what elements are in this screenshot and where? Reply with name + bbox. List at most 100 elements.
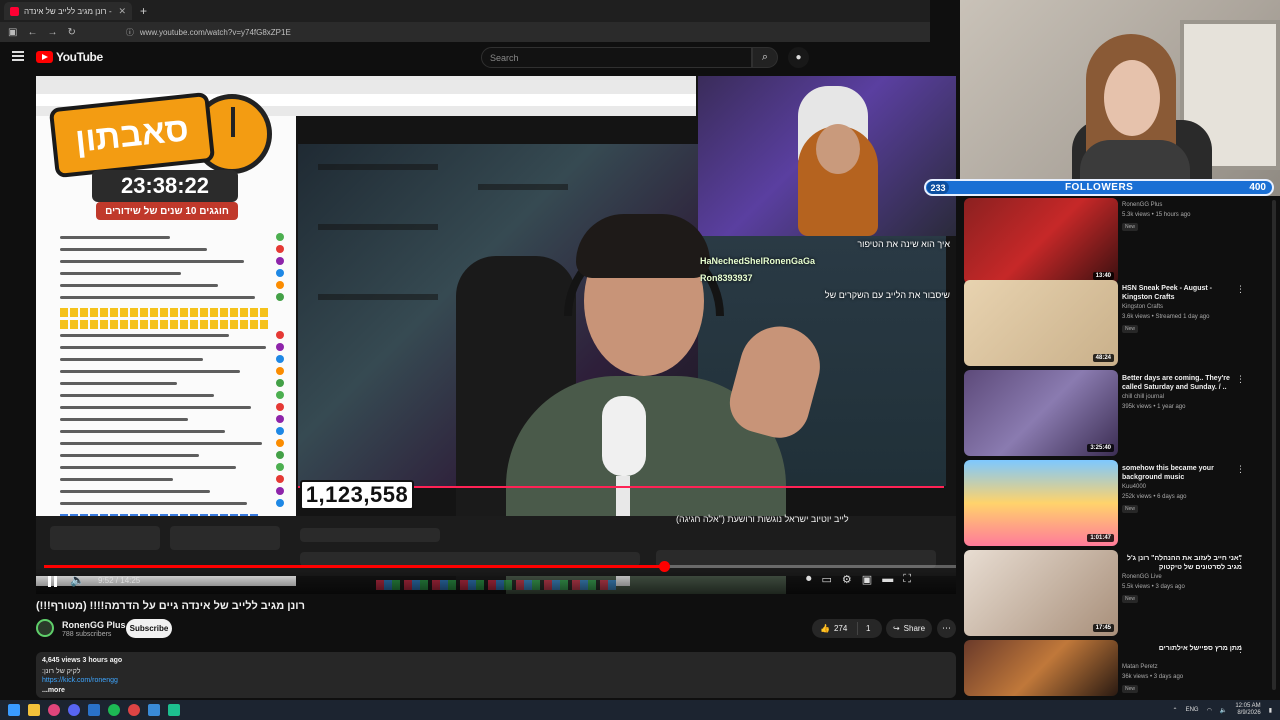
description-box[interactable] [36, 652, 956, 698]
browser-tab[interactable]: רונן מגיב ללייב של אינדה - YouTube ✕ [4, 2, 132, 20]
youtube-logo[interactable]: YouTube [36, 50, 103, 64]
wifi-icon[interactable]: ◠ [1207, 707, 1212, 714]
dislike-button[interactable]: 1 [858, 624, 870, 633]
recommendation-item[interactable]: 1:01:47 somehow this became your backgrou… [964, 460, 1264, 546]
share-button[interactable]: ↪ Share [886, 619, 932, 638]
new-badge: New [1122, 595, 1139, 603]
voice-search-button[interactable]: ● [788, 47, 809, 68]
app3-icon[interactable] [168, 704, 180, 716]
windows-start-icon[interactable] [8, 704, 20, 716]
recommendation-title[interactable]: מתן מרץ ספיישל אילתורים [1122, 644, 1242, 653]
like-button[interactable]: 👍 274 [812, 622, 858, 635]
recommendation-channel[interactable]: Matan Peretz [1122, 664, 1158, 670]
chat-avatar [276, 269, 284, 277]
recommendation-channel[interactable]: chill chill journal [1122, 394, 1164, 400]
url-field[interactable]: ⓘ www.youtube.com/watch?v=y74fG8xZP1E [126, 27, 291, 38]
volume-tray-icon[interactable]: 🔈 [1220, 707, 1227, 714]
chrome-icon[interactable] [128, 704, 140, 716]
recommendation-channel[interactable]: RonenGG Plus [1122, 202, 1162, 208]
recommendation-title[interactable]: "אני חייב לעזוב את ההנהלה" רונן ג'ל מגיב… [1122, 554, 1242, 572]
search-button[interactable]: ⌕ [752, 47, 778, 68]
subtitles-icon[interactable]: ▭ [822, 573, 832, 586]
chat-avatar [276, 499, 284, 507]
sidebar-scrollbar[interactable] [1272, 200, 1276, 690]
chat-line [60, 394, 214, 397]
miniplayer-icon[interactable]: ▣ [862, 573, 872, 586]
chat-line [60, 346, 266, 349]
video-duration: 13:40 [1092, 272, 1114, 280]
recommendation-item[interactable]: 17:45 "אני חייב לעזוב את ההנהלה" רונן ג'ל… [964, 550, 1264, 636]
notification-icon[interactable]: ▮ [1269, 707, 1272, 714]
discord-icon[interactable] [68, 704, 80, 716]
recommendation-thumbnail[interactable]: 3:25:40 [964, 370, 1118, 456]
autoplay-toggle-icon[interactable]: ⏺ [806, 573, 812, 586]
chat-avatar [276, 427, 284, 435]
recommendation-channel[interactable]: RonenGG Live [1122, 574, 1162, 580]
close-tab-icon[interactable]: ✕ [118, 6, 126, 17]
recommendation-thumbnail[interactable]: 13:40 [964, 198, 1118, 284]
volume-icon[interactable]: 🔈 [70, 573, 85, 587]
recommendation-thumbnail[interactable]: 48:24 [964, 280, 1118, 366]
hamburger-menu-icon[interactable] [12, 51, 24, 61]
recommendation-title[interactable]: HSN Sneak Peek - August - Kingston Craft… [1122, 284, 1242, 302]
show-more-link[interactable]: ...more [42, 687, 65, 694]
recommendation-channel[interactable]: Kingston Crafts [1122, 304, 1163, 310]
player-right-controls: ⏺ ▭ ⚙ ▣ ▬ ⛶ [806, 573, 911, 586]
recommendation-title[interactable]: Better days are coming.. They're called … [1122, 374, 1242, 392]
recommendation-item[interactable]: מתן מרץ ספיישל אילתורים Matan Peretz 36k v… [964, 640, 1264, 696]
app-icon[interactable] [88, 704, 100, 716]
search-input[interactable]: Search [481, 47, 752, 68]
theater-mode-icon[interactable]: ▬ [882, 573, 893, 586]
recommendation-thumbnail[interactable] [964, 640, 1118, 696]
sidebar-toggle-icon[interactable]: ▣ [8, 27, 17, 38]
chat-line [60, 430, 225, 433]
description-link[interactable]: https://kick.com/ronengg [42, 677, 118, 684]
recommendation-thumbnail[interactable]: 17:45 [964, 550, 1118, 636]
language-indicator[interactable]: ENG [1186, 707, 1199, 713]
channel-name[interactable]: RonenGG Plus [62, 620, 126, 630]
new-tab-button[interactable]: + [140, 4, 147, 18]
settings-gear-icon[interactable]: ⚙ [842, 573, 852, 586]
more-options-icon[interactable]: ⋮ [1236, 284, 1245, 295]
reload-icon[interactable]: ↻ [67, 27, 75, 38]
browser-icon[interactable] [48, 704, 60, 716]
views-and-date: 4,645 views 3 hours ago [42, 657, 123, 664]
fullscreen-icon[interactable]: ⛶ [903, 573, 911, 586]
browser-tab-bar: רונן מגיב ללייב של אינדה - YouTube ✕ + [0, 0, 930, 22]
recommendation-channel[interactable]: Kuu4000 [1122, 484, 1146, 490]
subscribe-button[interactable]: Subscribe [126, 619, 172, 638]
back-icon[interactable]: ← [27, 27, 37, 38]
video-player[interactable]: סאבתון 23:38:22 חוגגים 10 שנים של שידורי… [36, 76, 956, 594]
recommendation-item[interactable]: 3:25:40 Better days are coming.. They're … [964, 370, 1264, 456]
more-actions-button[interactable]: ⋯ [937, 619, 956, 638]
recommendation-meta: 5.5k views • 3 days ago [1122, 584, 1185, 590]
chevron-up-icon[interactable]: ⌃ [1173, 707, 1178, 714]
more-options-icon[interactable]: ⋮ [1236, 464, 1245, 475]
more-options-icon[interactable]: ⋮ [1236, 554, 1245, 565]
more-options-icon[interactable]: ⋮ [1236, 644, 1245, 655]
chat-line [60, 382, 177, 385]
more-options-icon[interactable]: ⋮ [1236, 374, 1245, 385]
channel-avatar[interactable] [36, 619, 54, 637]
pause-button[interactable] [44, 573, 60, 589]
like-dislike-group: 👍 274 1 [812, 619, 882, 638]
recommendation-thumbnail[interactable]: 1:01:47 [964, 460, 1118, 546]
search-icon: ⌕ [761, 51, 769, 63]
forward-icon[interactable]: → [47, 27, 57, 38]
chat-avatar [276, 293, 284, 301]
recommendation-item[interactable]: 48:24 HSN Sneak Peek - August - Kingston … [964, 280, 1264, 366]
chat-line [60, 358, 203, 361]
chat-line [60, 284, 218, 287]
inner-webcam [698, 76, 956, 236]
clock[interactable]: 12:05 AM 8/9/2026 [1235, 703, 1260, 717]
video-progress-bar[interactable] [44, 561, 956, 572]
file-explorer-icon[interactable] [28, 704, 40, 716]
chat-avatar [276, 281, 284, 289]
recommendation-title[interactable]: somehow this became your background musi… [1122, 464, 1242, 482]
recommendation-item[interactable]: 13:40 RonenGG Plus 5.3k views • 15 hours a… [964, 198, 1264, 284]
followers-current: 233 [927, 181, 949, 194]
spotify-icon[interactable] [108, 704, 120, 716]
app2-icon[interactable] [148, 704, 160, 716]
site-info-icon[interactable]: ⓘ [126, 27, 134, 38]
chat-avatar [276, 451, 284, 459]
